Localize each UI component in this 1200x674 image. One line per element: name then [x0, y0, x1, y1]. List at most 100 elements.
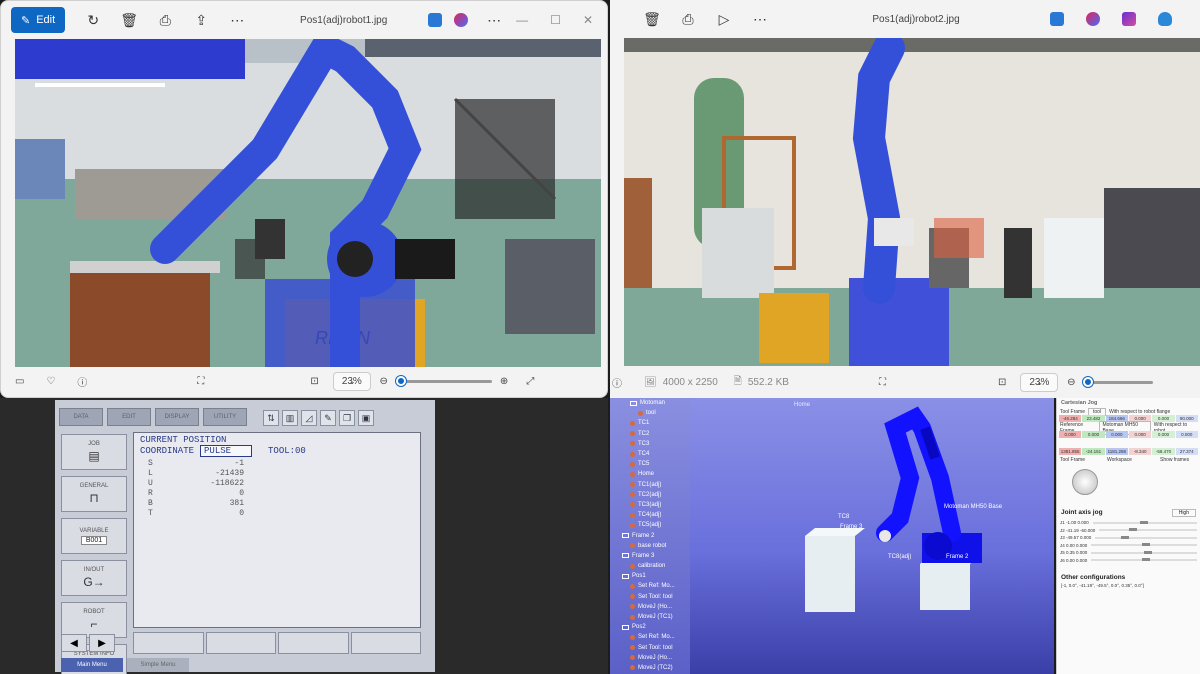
info-icon[interactable]: ⓘ: [77, 374, 87, 389]
tree-item[interactable]: Frame 2: [610, 530, 690, 540]
heart-icon[interactable]: ♡: [46, 376, 55, 387]
slideshow-button[interactable]: ▷: [710, 6, 738, 32]
minimize-icon[interactable]: —: [516, 13, 528, 27]
rotate-button[interactable]: ↻: [79, 7, 107, 33]
pendant-tab-edit[interactable]: EDIT: [107, 408, 151, 426]
chevron-down-icon[interactable]: ⌄: [349, 377, 356, 386]
edit-button[interactable]: ✎ Edit: [11, 7, 66, 33]
clipchamp-app-icon[interactable]: [454, 13, 469, 27]
expand-icon[interactable]: ⤢: [526, 376, 534, 387]
tree-item[interactable]: TC1(adj): [610, 480, 690, 490]
coordinate-select[interactable]: PULSE: [200, 445, 253, 457]
function-key[interactable]: [278, 632, 349, 654]
arrows-icon[interactable]: ⇅: [263, 410, 279, 426]
target-icon: [630, 665, 635, 671]
function-key[interactable]: [205, 632, 276, 654]
zoom-slider[interactable]: [1083, 376, 1154, 387]
fit-icon[interactable]: ⛶: [879, 377, 886, 388]
speed-select[interactable]: High: [1171, 509, 1196, 517]
chart-icon[interactable]: ◿: [301, 410, 317, 426]
zoom-out-icon[interactable]: ⊖: [1067, 377, 1075, 388]
tree-item[interactable]: MoveJ (Ho...: [610, 653, 690, 663]
inout-icon: G→: [83, 575, 105, 589]
more-button[interactable]: ⋯: [223, 7, 251, 33]
tree-item[interactable]: TC5: [610, 459, 690, 469]
fullscreen-icon[interactable]: ⊡: [310, 376, 318, 387]
pendant-tab-data[interactable]: DATA: [59, 408, 103, 426]
pendant-tab-display[interactable]: DISPLAY: [155, 408, 199, 426]
edit-icon[interactable]: ✎: [320, 410, 336, 426]
tree-item[interactable]: TC4: [610, 449, 690, 459]
maximize-icon[interactable]: ☐: [550, 13, 561, 27]
tree-item[interactable]: MoveJ (TC1): [610, 612, 690, 622]
more-button[interactable]: ⋯: [746, 6, 774, 32]
delete-button[interactable]: 🗑: [638, 6, 666, 32]
tree-item[interactable]: TC3(adj): [610, 500, 690, 510]
fit-icon[interactable]: ⛶: [197, 376, 204, 387]
3d-view[interactable]: Home TC8 Frame 3 Motoman MH50 Base TC8(a…: [690, 398, 1054, 674]
print-button[interactable]: ⎙: [151, 7, 179, 33]
joint-row[interactable]: J2 -41.19 -60.000: [1057, 527, 1200, 535]
tree-item[interactable]: Set Tool: tool: [610, 643, 690, 653]
more-apps-button[interactable]: ⋯: [480, 7, 508, 33]
tree-item[interactable]: tool: [610, 408, 690, 418]
tree-item[interactable]: TC2: [610, 429, 690, 439]
tree-item[interactable]: TC5(adj): [610, 520, 690, 530]
tree-item[interactable]: TC1: [610, 418, 690, 428]
close-icon[interactable]: ✕: [583, 13, 593, 27]
joint-row[interactable]: J6 0.00 0.000: [1057, 557, 1200, 565]
zoom-out-icon[interactable]: ⊖: [380, 376, 388, 387]
image-icon: 🖼: [644, 376, 657, 388]
zoom-in-icon[interactable]: ⊕: [500, 376, 508, 387]
zoom-slider[interactable]: [395, 375, 492, 386]
video-editor-app-icon[interactable]: [1122, 12, 1136, 26]
joint-row[interactable]: J1 -1.00 0.000: [1057, 519, 1200, 527]
joint-row[interactable]: J3 -49.57 0.000: [1057, 534, 1200, 542]
print-button[interactable]: ⎙: [674, 6, 702, 32]
tree-item[interactable]: Set Tool: tool: [610, 592, 690, 602]
chevron-down-icon[interactable]: ⌄: [1036, 378, 1043, 387]
back-arrow-icon[interactable]: ◀: [61, 634, 87, 652]
tree-item[interactable]: Set Ref: Mo...: [610, 632, 690, 642]
tree-item[interactable]: TC4(adj): [610, 510, 690, 520]
fullscreen-icon[interactable]: ⊡: [998, 377, 1006, 388]
tree-item[interactable]: MoveJ (TC2): [610, 663, 690, 673]
pendant-btn-robot[interactable]: ROBOT ⌐: [61, 602, 127, 638]
main-menu-button[interactable]: Main Menu: [61, 658, 123, 672]
forward-arrow-icon[interactable]: ▶: [89, 634, 115, 652]
tree-item[interactable]: TC2(adj): [610, 490, 690, 500]
window-icon[interactable]: ▣: [358, 410, 374, 426]
joint-row[interactable]: J4 0.00 0.000: [1057, 542, 1200, 550]
filmstrip-icon[interactable]: ▭: [15, 376, 24, 387]
pendant-btn-inout[interactable]: IN/OUT G→: [61, 560, 127, 596]
pendant-btn-general[interactable]: GENERAL ⊓: [61, 476, 127, 512]
tree-item[interactable]: base robot: [610, 541, 690, 551]
pendant-btn-job[interactable]: JOB ▤: [61, 434, 127, 470]
tree-item[interactable]: Pos1: [610, 571, 690, 581]
onedrive-app-icon[interactable]: [1158, 12, 1172, 26]
tree-item[interactable]: Pos2: [610, 622, 690, 632]
pendant-tab-utility[interactable]: UTILITY: [203, 408, 247, 426]
info-icon[interactable]: ⓘ: [612, 375, 622, 390]
delete-button[interactable]: 🗑: [115, 7, 143, 33]
clipchamp-app-icon[interactable]: [1086, 12, 1100, 26]
tree-item[interactable]: Frame 3: [610, 551, 690, 561]
tree-item[interactable]: MoveJ (Ho...: [610, 602, 690, 612]
copy-icon[interactable]: ❐: [339, 410, 355, 426]
tree-item[interactable]: calibration: [610, 561, 690, 571]
tree-item[interactable]: TC3: [610, 439, 690, 449]
joint-row[interactable]: J5 0.35 0.000: [1057, 549, 1200, 557]
rotation-dial[interactable]: [1072, 469, 1098, 495]
designer-app-icon[interactable]: [1050, 12, 1064, 26]
share-button[interactable]: ⇪: [187, 7, 215, 33]
pendant-btn-variable[interactable]: VARIABLE B001: [61, 518, 127, 554]
target-icon: [630, 634, 635, 640]
tree-item[interactable]: Set Ref: Mo...: [610, 581, 690, 591]
function-key[interactable]: [350, 632, 421, 654]
simple-menu-button[interactable]: Simple Menu: [127, 658, 189, 672]
page-icon[interactable]: ▥: [282, 410, 298, 426]
designer-app-icon[interactable]: [428, 13, 443, 27]
tree-item[interactable]: Home: [610, 469, 690, 479]
tree-item[interactable]: Motoman: [610, 398, 690, 408]
function-key[interactable]: [133, 632, 204, 654]
